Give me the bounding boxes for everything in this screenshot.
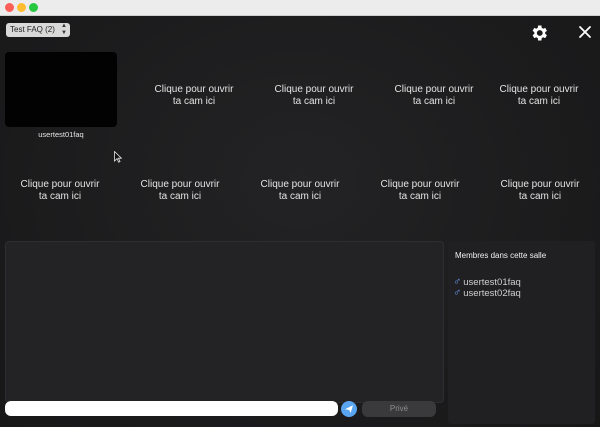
cam-slot[interactable]: Clique pour ouvrir ta cam ici (244, 179, 356, 203)
cam-slot-line1: Clique pour ouvrir (500, 179, 580, 190)
member-item[interactable]: ♂ usertest01faq (453, 277, 521, 289)
cam-slot-line1: Clique pour ouvrir (20, 179, 100, 190)
cam-slot[interactable]: Clique pour ouvrir ta cam ici (483, 84, 595, 108)
member-name: usertest01faq (463, 277, 521, 288)
cam-slot-line1: Clique pour ouvrir (380, 179, 460, 190)
room-select[interactable]: Test FAQ (2) ▲ ▼ (6, 23, 70, 37)
window-minimize-button[interactable] (17, 3, 26, 12)
self-cam-username: usertest01faq (38, 130, 84, 139)
cam-slot[interactable]: Clique pour ouvrir ta cam ici (364, 179, 476, 203)
chevron-updown-icon: ▲ ▼ (61, 23, 67, 36)
cam-slot-line1: Clique pour ouvrir (274, 84, 354, 95)
cam-slot-line2: ta cam ici (398, 191, 442, 202)
cam-slot-line1: Clique pour ouvrir (394, 84, 474, 95)
members-title: Membres dans cette salle (455, 251, 547, 260)
cam-slot-line2: ta cam ici (518, 191, 562, 202)
male-icon: ♂ (453, 287, 462, 299)
send-icon (345, 405, 353, 413)
self-cam-video[interactable] (5, 52, 117, 127)
member-name: usertest02faq (463, 288, 521, 299)
cam-slot[interactable]: Clique pour ouvrir ta cam ici (4, 179, 116, 203)
close-icon[interactable] (578, 25, 592, 39)
cam-slot[interactable]: Clique pour ouvrir ta cam ici (484, 179, 596, 203)
member-item[interactable]: ♂ usertest02faq (453, 287, 521, 300)
window-close-button[interactable] (5, 3, 14, 12)
send-button[interactable] (341, 401, 357, 417)
mouse-pointer-icon (114, 151, 122, 163)
cam-slot-line1: Clique pour ouvrir (260, 179, 340, 190)
message-input[interactable] (5, 401, 338, 416)
cam-slot[interactable]: Clique pour ouvrir ta cam ici (258, 84, 370, 108)
cam-slot[interactable]: Clique pour ouvrir ta cam ici (378, 84, 490, 108)
cam-slot-line1: Clique pour ouvrir (499, 84, 579, 95)
cam-slot-line2: ta cam ici (158, 191, 202, 202)
private-button[interactable]: Privé (362, 401, 436, 417)
cam-slot-line1: Clique pour ouvrir (140, 179, 220, 190)
cam-slot-line2: ta cam ici (517, 96, 561, 107)
window-titlebar (0, 0, 600, 16)
cam-slot-line2: ta cam ici (292, 96, 336, 107)
cam-slot-line2: ta cam ici (172, 96, 216, 107)
cam-slot-line1: Clique pour ouvrir (154, 84, 234, 95)
cam-slot-line2: ta cam ici (412, 96, 456, 107)
video-chat-app: Test FAQ (2) ▲ ▼ usertest01faq Clique pou… (0, 16, 600, 427)
window-maximize-button[interactable] (29, 3, 38, 12)
chat-messages-panel[interactable] (5, 241, 444, 403)
cam-slot[interactable]: Clique pour ouvrir ta cam ici (138, 84, 250, 108)
members-panel: Membres dans cette salle ♂ usertest01faq … (448, 241, 595, 424)
cam-slot-line2: ta cam ici (278, 191, 322, 202)
room-select-value: Test FAQ (2) (10, 25, 55, 34)
gear-icon[interactable] (529, 23, 549, 43)
cam-slot[interactable]: Clique pour ouvrir ta cam ici (124, 179, 236, 203)
cam-slot-line2: ta cam ici (38, 191, 82, 202)
